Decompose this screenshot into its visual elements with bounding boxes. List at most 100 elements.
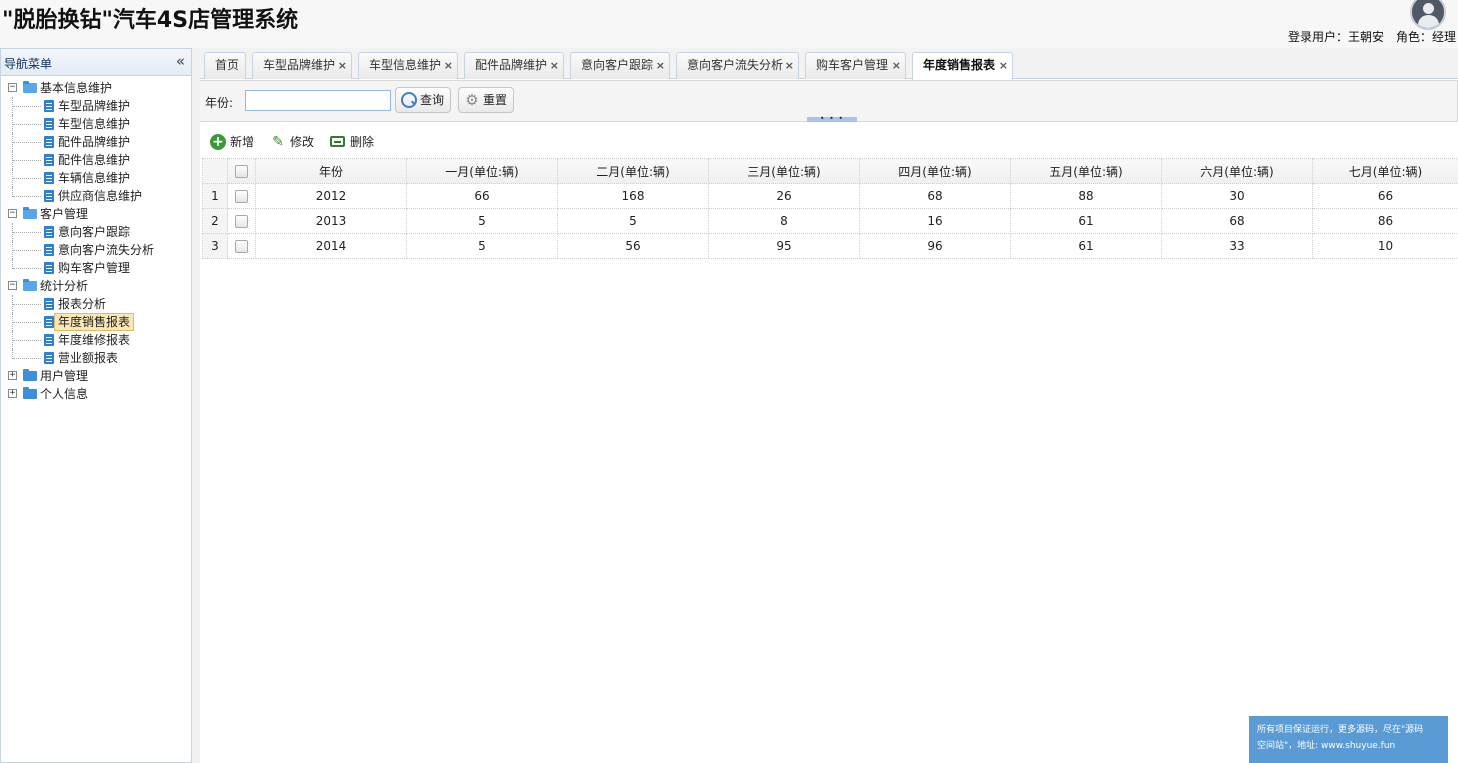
tab-label: 车型信息维护	[369, 58, 442, 72]
tab[interactable]: 首页	[204, 52, 246, 79]
nav-item-label: 车型品牌维护	[58, 99, 131, 113]
grid-toolbar: + 新增 ✎ 修改 删除	[200, 128, 1458, 156]
expand-toggle-icon[interactable]: +	[8, 389, 17, 398]
expand-toggle-icon[interactable]: +	[8, 371, 17, 380]
nav-item[interactable]: 车型品牌维护	[1, 97, 191, 115]
document-icon	[44, 262, 54, 274]
nav-item[interactable]: 车型信息维护	[1, 115, 191, 133]
role-label: 角色：	[1395, 30, 1432, 44]
table-cell: 8	[708, 208, 860, 234]
table-cell: 16	[859, 208, 1011, 234]
nav-item[interactable]: 购车客户管理	[1, 259, 191, 277]
tab[interactable]: 意向客户流失分析 ×	[676, 52, 799, 79]
collapse-left-icon[interactable]: «	[176, 52, 185, 70]
collapse-toggle-icon[interactable]: −	[8, 83, 17, 92]
nav-group-label: 统计分析	[40, 279, 89, 293]
column-header[interactable]: 五月(单位:辆)	[1010, 158, 1162, 184]
column-header[interactable]: 一月(单位:辆)	[406, 158, 558, 184]
nav-group[interactable]: + 用户管理	[1, 367, 191, 385]
select-all-checkbox[interactable]	[235, 165, 248, 178]
column-header[interactable]: 七月(单位:辆)	[1312, 158, 1458, 184]
tab[interactable]: 意向客户跟踪 ×	[570, 52, 670, 79]
nav-group-label: 用户管理	[40, 369, 89, 383]
nav-item[interactable]: 车辆信息维护	[1, 169, 191, 187]
nav-item[interactable]: 意向客户跟踪	[1, 223, 191, 241]
close-tab-icon[interactable]: ×	[785, 53, 794, 78]
column-header[interactable]: 三月(单位:辆)	[708, 158, 860, 184]
edit-button[interactable]: ✎ 修改	[270, 133, 314, 151]
table-row[interactable]: 1 2012 66 168 26 68 88 30 66	[202, 183, 1458, 209]
watermark-line-1: 所有项目保证运行，更多源码，尽在"源码	[1257, 725, 1424, 735]
nav-panel: 导航菜单 « − 基本信息维护 车型品牌维护 车型信息维护 配件品牌维护 配件信息维护 车辆…	[0, 48, 192, 763]
nav-item[interactable]: 配件信息维护	[1, 151, 191, 169]
close-tab-icon[interactable]: ×	[550, 53, 559, 78]
nav-group[interactable]: + 个人信息	[1, 385, 191, 403]
panel-splitter[interactable]	[192, 48, 200, 763]
nav-item-label: 营业额报表	[58, 351, 119, 365]
document-icon	[44, 136, 54, 148]
nav-item[interactable]: 供应商信息维护	[1, 187, 191, 205]
query-button[interactable]: 查询	[395, 87, 452, 113]
folder-icon	[23, 387, 37, 399]
nav-group[interactable]: − 客户管理	[1, 205, 191, 223]
row-checkbox[interactable]	[235, 215, 248, 228]
reset-button-label: 重置	[483, 93, 508, 107]
tab[interactable]: 车型信息维护 ×	[358, 52, 458, 79]
reset-button[interactable]: ⚙ 重置	[458, 87, 515, 113]
add-button[interactable]: + 新增	[210, 133, 254, 151]
column-header[interactable]: 四月(单位:辆)	[859, 158, 1011, 184]
nav-group[interactable]: − 基本信息维护	[1, 79, 191, 97]
table-cell: 5	[557, 208, 709, 234]
row-number: 3	[202, 233, 228, 259]
collapse-toggle-icon[interactable]: −	[8, 209, 17, 218]
nav-item[interactable]: 配件品牌维护	[1, 133, 191, 151]
app-header: "脱胎换钻"汽车4S店管理系统 登录用户：王朝安 角色：经理	[0, 0, 1458, 48]
tab[interactable]: 车型品牌维护 ×	[252, 52, 352, 79]
close-tab-icon[interactable]: ×	[892, 53, 901, 78]
panel-resize-handle[interactable]: • • •	[807, 115, 857, 123]
tab-label: 配件品牌维护	[475, 58, 548, 72]
column-header[interactable]: 二月(单位:辆)	[557, 158, 709, 184]
tab[interactable]: 年度销售报表 ×	[912, 52, 1013, 80]
close-tab-icon[interactable]: ×	[999, 53, 1008, 78]
document-icon	[44, 226, 54, 238]
search-icon	[401, 92, 417, 108]
nav-item[interactable]: 报表分析	[1, 295, 191, 313]
collapse-toggle-icon[interactable]: −	[8, 281, 17, 290]
watermark-banner: 所有项目保证运行，更多源码，尽在"源码 空间站"，地址: www.shuyue.…	[1249, 716, 1448, 763]
nav-item[interactable]: 年度销售报表	[1, 313, 191, 331]
delete-button[interactable]: 删除	[330, 133, 374, 151]
close-tab-icon[interactable]: ×	[444, 53, 453, 78]
document-icon	[44, 154, 54, 166]
table-cell: 2013	[255, 208, 407, 234]
column-header[interactable]: 六月(单位:辆)	[1161, 158, 1313, 184]
tab-label: 首页	[215, 58, 240, 72]
row-checkbox[interactable]	[235, 190, 248, 203]
document-icon	[44, 100, 54, 112]
year-input[interactable]	[245, 90, 391, 111]
user-avatar-icon[interactable]	[1410, 0, 1446, 30]
table-row[interactable]: 2 2013 5 5 8 16 61 68 86	[202, 208, 1458, 234]
table-cell: 68	[1161, 208, 1313, 234]
table-cell: 5	[406, 233, 558, 259]
row-number: 1	[202, 183, 228, 209]
close-tab-icon[interactable]: ×	[656, 53, 665, 78]
nav-item[interactable]: 年度维修报表	[1, 331, 191, 349]
pencil-icon: ✎	[272, 134, 284, 150]
tab[interactable]: 配件品牌维护 ×	[464, 52, 564, 79]
tab[interactable]: 购车客户管理 ×	[805, 52, 906, 79]
nav-item[interactable]: 意向客户流失分析	[1, 241, 191, 259]
table-cell: 56	[557, 233, 709, 259]
document-icon	[44, 190, 54, 202]
edit-button-label: 修改	[290, 135, 315, 149]
nav-item[interactable]: 营业额报表	[1, 349, 191, 367]
table-cell: 30	[1161, 183, 1313, 209]
table-row[interactable]: 3 2014 5 56 95 96 61 33 10	[202, 233, 1458, 259]
column-header[interactable]: 年份	[255, 158, 407, 184]
row-checkbox[interactable]	[235, 240, 248, 253]
nav-item-label: 报表分析	[58, 297, 107, 311]
nav-group[interactable]: − 统计分析	[1, 277, 191, 295]
close-tab-icon[interactable]: ×	[338, 53, 347, 78]
table-cell: 66	[406, 183, 558, 209]
row-select-cell	[227, 183, 256, 209]
